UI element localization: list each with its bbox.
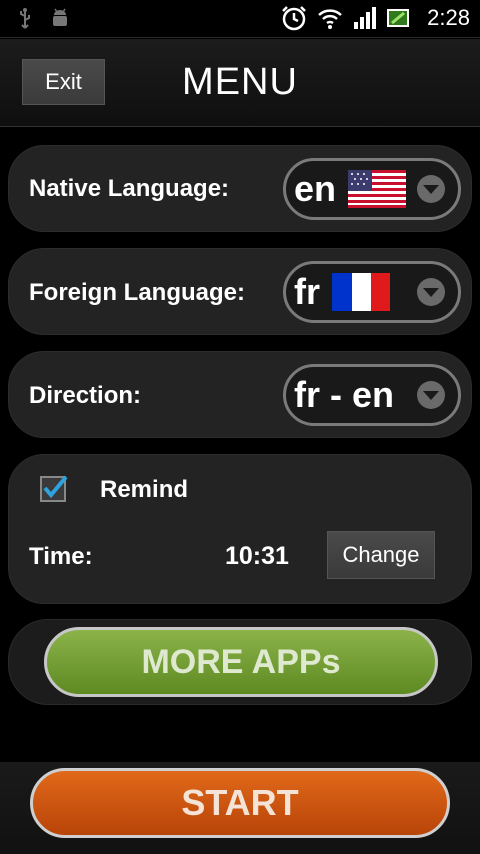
remind-checkbox[interactable] — [39, 473, 69, 503]
france-flag-icon — [332, 273, 390, 311]
direction-row: Direction: fr - en — [8, 351, 472, 438]
chevron-down-icon — [417, 278, 445, 306]
page-title: MENU — [182, 61, 298, 103]
status-time: 2:28 — [427, 5, 470, 30]
foreign-language-value: fr — [294, 271, 320, 312]
foreign-language-select[interactable]: fr — [283, 261, 461, 323]
remind-label: Remind — [100, 476, 189, 503]
status-bar: 2:28 — [0, 0, 480, 38]
wifi-icon — [318, 9, 343, 29]
more-apps-button[interactable]: MORE APPs — [44, 627, 438, 697]
direction-select[interactable]: fr - en — [283, 364, 461, 426]
native-language-select[interactable]: en — [283, 158, 461, 220]
native-language-value: en — [294, 168, 337, 209]
battery-icon — [387, 9, 410, 27]
time-label: Time: — [29, 543, 93, 570]
usb-icon — [20, 8, 30, 29]
bottom-bar: START — [0, 762, 480, 854]
direction-value: fr - en — [294, 374, 395, 415]
android-debug-icon — [53, 8, 67, 26]
foreign-language-label: Foreign Language: — [29, 279, 245, 306]
start-button[interactable]: START — [30, 768, 450, 838]
native-language-row: Native Language: en — [8, 145, 472, 232]
chevron-down-icon — [417, 381, 445, 409]
change-time-button[interactable]: Change — [327, 531, 435, 579]
more-apps-card: MORE APPs — [8, 619, 472, 705]
us-flag-icon — [348, 170, 407, 208]
app-header: Exit MENU — [0, 39, 480, 127]
foreign-language-row: Foreign Language: fr — [8, 248, 472, 335]
native-language-label: Native Language: — [29, 175, 230, 202]
signal-icon — [354, 7, 377, 29]
remind-card: Remind Time: 10:31 Change — [8, 454, 472, 604]
direction-label: Direction: — [29, 382, 142, 409]
chevron-down-icon — [417, 175, 445, 203]
time-value: 10:31 — [225, 542, 289, 570]
alarm-icon — [282, 6, 307, 31]
